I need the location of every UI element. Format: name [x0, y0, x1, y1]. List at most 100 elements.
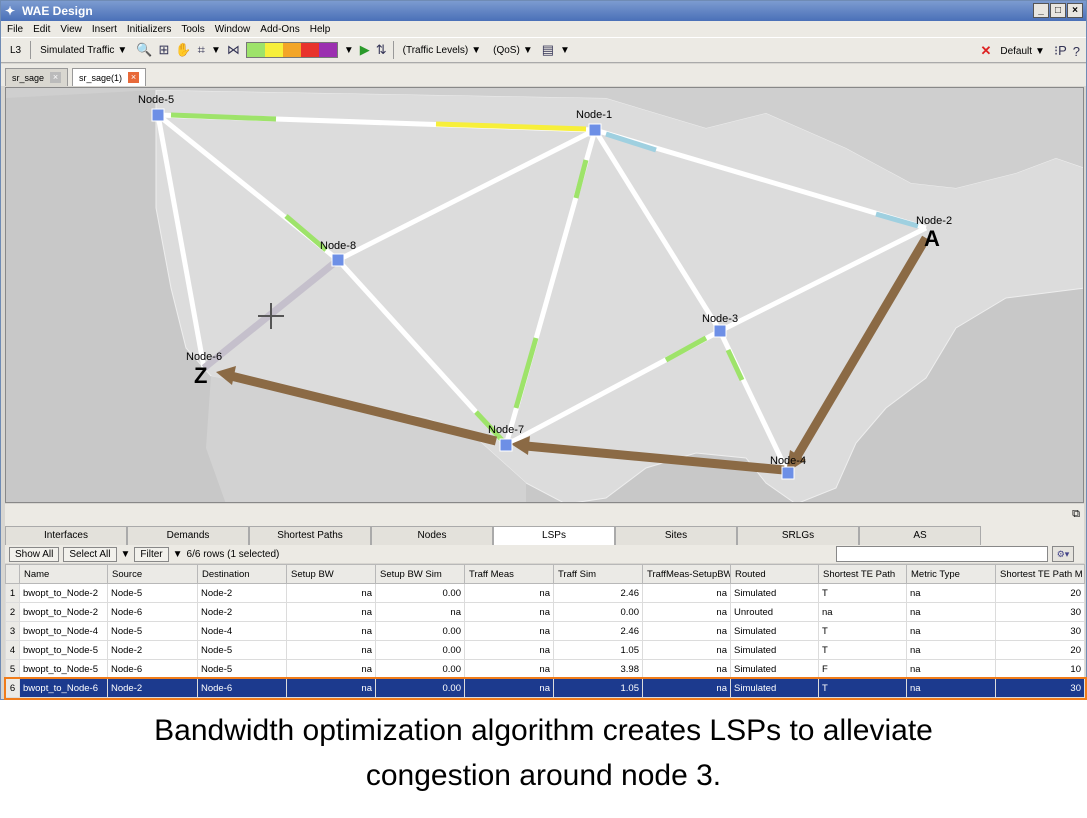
- menu-tools[interactable]: Tools: [181, 24, 204, 35]
- column-header[interactable]: Shortest TE Path M: [995, 564, 1085, 584]
- dropdown-arrow-icon: ▼: [471, 44, 482, 56]
- table-row[interactable]: 5 bwopt_to_Node-5 Node-6 Node-5 na 0.00 …: [5, 659, 1085, 679]
- table-row-selected[interactable]: 6 bwopt_to_Node-6 Node-2 Node-6 na 0.00 …: [3, 676, 1087, 700]
- maximize-button[interactable]: □: [1050, 3, 1066, 18]
- table-row[interactable]: 1 bwopt_to_Node-2 Node-5 Node-2 na 0.00 …: [5, 583, 1085, 603]
- dropdown-arrow-icon[interactable]: ▼: [121, 549, 131, 560]
- row-index: 4: [5, 640, 20, 660]
- column-header[interactable]: Source: [107, 564, 198, 584]
- traffic-levels-dropdown[interactable]: (Traffic Levels) ▼: [400, 41, 484, 59]
- plan-dropdown[interactable]: Default ▼: [997, 42, 1048, 60]
- dropdown-arrow-icon[interactable]: ▼: [211, 45, 221, 56]
- node-4-icon[interactable]: [781, 466, 795, 480]
- window-title: WAE Design: [22, 4, 93, 18]
- column-header[interactable]: Shortest TE Path: [818, 564, 907, 584]
- show-all-button[interactable]: Show All: [9, 546, 60, 562]
- table-icon[interactable]: ▤: [542, 42, 554, 58]
- menu-edit[interactable]: Edit: [33, 24, 50, 35]
- qos-dropdown[interactable]: (QoS) ▼: [490, 41, 536, 59]
- caption-line-2: congestion around node 3.: [365, 759, 722, 792]
- tab-lsps[interactable]: LSPs: [493, 526, 615, 545]
- node-1-icon[interactable]: [588, 123, 602, 137]
- cell-metric-type: na: [906, 583, 996, 603]
- dropdown-arrow-icon[interactable]: ▼: [173, 549, 183, 560]
- sort-icon[interactable]: ⇅: [376, 42, 387, 58]
- menu-insert[interactable]: Insert: [92, 24, 117, 35]
- restore-panel-icon[interactable]: ⧉: [1072, 508, 1080, 521]
- cell-metric-type: na: [906, 602, 996, 622]
- cell-shortest-te-path: T: [818, 583, 907, 603]
- column-header[interactable]: TraffMeas-SetupBW: [642, 564, 731, 584]
- network-icon[interactable]: ⋈: [227, 42, 240, 58]
- layout-icon[interactable]: ⌗: [198, 42, 205, 58]
- help-icon[interactable]: ?: [1073, 44, 1080, 59]
- fit-view-icon[interactable]: ⊞: [159, 42, 170, 58]
- row-index: 1: [5, 583, 20, 603]
- tab-demands[interactable]: Demands: [127, 526, 249, 545]
- column-header[interactable]: Destination: [197, 564, 287, 584]
- map-canvas[interactable]: Node-5 Node-1 Node-2 Node-8 Node-3 Node-…: [6, 88, 1084, 503]
- cell-shortest-te-path-m: 30: [995, 621, 1085, 641]
- cell-source: Node-6: [107, 602, 198, 622]
- column-header[interactable]: Setup BW: [286, 564, 376, 584]
- dropdown-arrow-icon[interactable]: ▼: [560, 45, 570, 56]
- dropdown-arrow-icon[interactable]: ▼: [344, 45, 354, 56]
- properties-icon[interactable]: ⁝P: [1054, 43, 1067, 59]
- tab-interfaces[interactable]: Interfaces: [5, 526, 127, 545]
- traffic-dropdown[interactable]: Simulated Traffic ▼: [37, 41, 130, 59]
- cell-setup-bw: na: [286, 602, 376, 622]
- cell-shortest-te-path: F: [818, 659, 907, 679]
- tab-sr-sage[interactable]: sr_sage ×: [5, 68, 69, 86]
- tab-shortest-paths[interactable]: Shortest Paths: [249, 526, 371, 545]
- cell-setup-bw-sim: 0.00: [375, 659, 465, 679]
- tab-close-icon[interactable]: ×: [50, 72, 62, 83]
- zoom-icon[interactable]: 🔍: [136, 42, 152, 58]
- node-8-icon[interactable]: [331, 253, 345, 267]
- menu-window[interactable]: Window: [215, 24, 251, 35]
- table-row[interactable]: 2 bwopt_to_Node-2 Node-6 Node-2 na na na…: [5, 602, 1085, 622]
- table-search-input[interactable]: [836, 546, 1048, 562]
- pan-hand-icon[interactable]: ✋: [175, 42, 191, 58]
- table-row[interactable]: 4 bwopt_to_Node-5 Node-2 Node-5 na 0.00 …: [5, 640, 1085, 660]
- cell-setup-bw-sim: 0.00: [375, 640, 465, 660]
- tab-as[interactable]: AS: [859, 526, 981, 545]
- tab-srlgs[interactable]: SRLGs: [737, 526, 859, 545]
- select-all-button[interactable]: Select All: [63, 546, 117, 562]
- column-header[interactable]: Traff Meas: [464, 564, 554, 584]
- minimize-button[interactable]: _: [1033, 3, 1049, 18]
- network-map[interactable]: Node-5 Node-1 Node-2 Node-8 Node-3 Node-…: [5, 87, 1084, 503]
- clear-icon[interactable]: ✕: [980, 43, 991, 59]
- node-3-icon[interactable]: [713, 324, 727, 338]
- cell-traff-sim: 3.98: [553, 659, 643, 679]
- table-row[interactable]: 3 bwopt_to_Node-4 Node-5 Node-4 na 0.00 …: [5, 621, 1085, 641]
- column-header[interactable]: Metric Type: [906, 564, 996, 584]
- filter-button[interactable]: Filter: [134, 546, 169, 562]
- cell-shortest-te-path: na: [818, 602, 907, 622]
- cell-shortest-te-path-m: 20: [995, 583, 1085, 603]
- layer-label: L3: [10, 44, 22, 56]
- menu-help[interactable]: Help: [310, 24, 331, 35]
- column-header[interactable]: Name: [19, 564, 108, 584]
- column-header[interactable]: Traff Sim: [553, 564, 643, 584]
- node-5-icon[interactable]: [151, 108, 165, 122]
- run-simulation-icon[interactable]: ▶: [360, 42, 370, 58]
- cell-shortest-te-path: T: [818, 640, 907, 660]
- tab-nodes[interactable]: Nodes: [371, 526, 493, 545]
- column-header[interactable]: Setup BW Sim: [375, 564, 465, 584]
- qos-label: (QoS): [493, 44, 520, 56]
- search-options-icon[interactable]: ⚙▾: [1052, 546, 1074, 562]
- node-7-icon[interactable]: [499, 438, 513, 452]
- tab-close-icon[interactable]: ×: [128, 72, 140, 83]
- close-button[interactable]: ×: [1067, 3, 1083, 18]
- layer-button[interactable]: L3: [7, 41, 24, 59]
- cell-setup-bw: na: [286, 659, 376, 679]
- menu-view[interactable]: View: [60, 24, 82, 35]
- cell-setup-bw-sim: 0.00: [375, 621, 465, 641]
- column-header[interactable]: Routed: [730, 564, 819, 584]
- menu-initializers[interactable]: Initializers: [127, 24, 171, 35]
- menu-file[interactable]: File: [7, 24, 23, 35]
- utilization-color-legend[interactable]: [245, 42, 338, 58]
- menu-add-ons[interactable]: Add-Ons: [260, 24, 299, 35]
- tab-sites[interactable]: Sites: [615, 526, 737, 545]
- tab-sr-sage-1[interactable]: sr_sage(1) ×: [72, 68, 147, 86]
